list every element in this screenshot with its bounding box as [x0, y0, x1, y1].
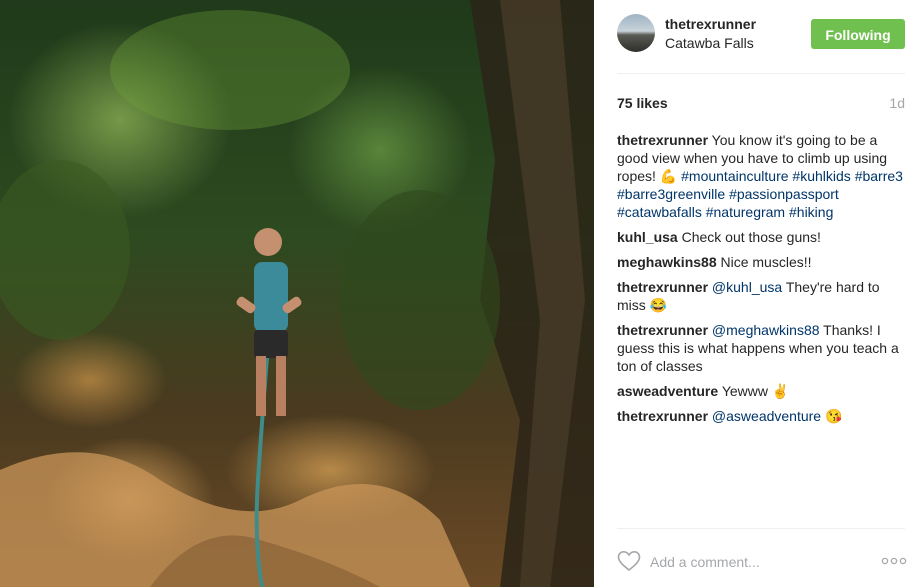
comment-mention[interactable]: @kuhl_usa	[712, 279, 782, 295]
hashtag[interactable]: #barre3greenville	[617, 186, 725, 202]
caption: thetrexrunner You know it's going to be …	[617, 131, 907, 221]
comment-item: asweadventure Yewww ✌	[617, 382, 907, 400]
add-comment-input[interactable]	[650, 551, 860, 573]
post-time: 1d	[889, 95, 905, 111]
comment-mention[interactable]: @asweadventure	[712, 408, 821, 424]
comment-text: Yewww ✌	[721, 383, 790, 399]
comment-username[interactable]: thetrexrunner	[617, 322, 708, 338]
comment-item: thetrexrunner @meghawkins88 Thanks! I gu…	[617, 321, 907, 375]
hashtag[interactable]: #passionpassport	[729, 186, 839, 202]
add-comment-bar	[617, 548, 907, 576]
comment-username[interactable]: kuhl_usa	[617, 229, 678, 245]
comment-item: kuhl_usa Check out those guns!	[617, 228, 907, 246]
comment-username[interactable]: asweadventure	[617, 383, 718, 399]
comment-item: meghawkins88 Nice muscles!!	[617, 253, 907, 271]
hashtag[interactable]: #naturegram	[706, 204, 785, 220]
hashtag[interactable]: #hiking	[789, 204, 833, 220]
comment-item: thetrexrunner @kuhl_usa They're hard to …	[617, 278, 907, 314]
hashtag[interactable]: #kuhlkids	[792, 168, 850, 184]
hashtag[interactable]: #barre3	[855, 168, 903, 184]
following-button[interactable]: Following	[811, 19, 905, 49]
hiker-climbing-rope-image	[0, 0, 594, 587]
post-sidebar: thetrexrunner Catawba Falls Following 75…	[594, 0, 922, 587]
comment-mention[interactable]: @meghawkins88	[712, 322, 820, 338]
post-photo[interactable]	[0, 0, 594, 587]
header-divider	[617, 73, 905, 74]
hashtag[interactable]: #mountainculture	[681, 168, 788, 184]
avatar[interactable]	[617, 14, 655, 52]
heart-icon[interactable]	[617, 550, 641, 572]
post-username[interactable]: thetrexrunner	[665, 16, 756, 32]
comment-username[interactable]: meghawkins88	[617, 254, 717, 270]
more-options-icon[interactable]	[881, 551, 907, 571]
comment-text: 😘	[824, 408, 843, 424]
likes-count[interactable]: 75 likes	[617, 95, 668, 111]
post-header: thetrexrunner Catawba Falls Following	[594, 0, 922, 73]
comment-item: thetrexrunner @asweadventure 😘	[617, 407, 907, 425]
comment-text: Check out those guns!	[681, 229, 821, 245]
hashtag[interactable]: #catawbafalls	[617, 204, 702, 220]
comment-text: Nice muscles!!	[720, 254, 812, 270]
caption-username[interactable]: thetrexrunner	[617, 132, 708, 148]
post-location[interactable]: Catawba Falls	[665, 35, 754, 51]
comment-username[interactable]: thetrexrunner	[617, 279, 708, 295]
comment-list: thetrexrunner You know it's going to be …	[617, 131, 907, 432]
footer-divider	[617, 528, 905, 529]
comment-username[interactable]: thetrexrunner	[617, 408, 708, 424]
